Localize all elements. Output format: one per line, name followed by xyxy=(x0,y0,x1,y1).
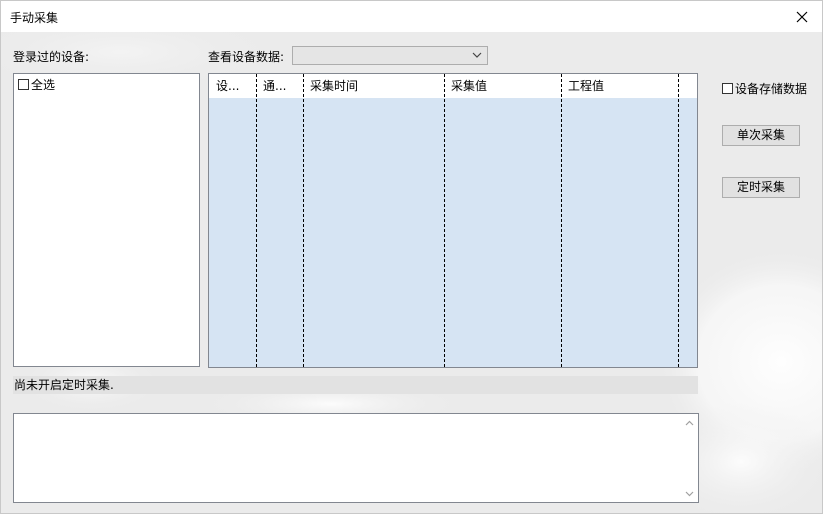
column-divider xyxy=(444,74,445,367)
column-header-collect-time[interactable]: 采集时间 xyxy=(303,74,444,98)
column-header-engineering-value[interactable]: 工程值 xyxy=(561,74,678,98)
log-textarea[interactable] xyxy=(13,413,699,503)
store-data-label: 设备存储数据 xyxy=(735,82,808,96)
vertical-scrollbar[interactable] xyxy=(681,414,698,502)
timed-collect-button[interactable]: 定时采集 xyxy=(722,177,800,198)
column-divider xyxy=(678,74,679,367)
scroll-up-button[interactable] xyxy=(681,414,698,431)
data-grid[interactable]: 设... 通... 采集时间 采集值 工程值 xyxy=(208,73,698,368)
grid-header: 设... 通... 采集时间 采集值 工程值 xyxy=(209,74,697,98)
checkbox-icon xyxy=(722,83,733,94)
chevron-up-icon xyxy=(685,420,694,425)
view-data-label: 查看设备数据: xyxy=(208,50,285,64)
column-divider xyxy=(303,74,304,367)
close-icon xyxy=(796,11,808,22)
title-bar: 手动采集 xyxy=(1,1,822,32)
chevron-down-icon xyxy=(685,491,694,496)
window-title: 手动采集 xyxy=(10,11,59,25)
dialog-client-area: 登录过的设备: 全选 查看设备数据: 设... 通... 采集时间 采集值 工程… xyxy=(1,32,822,513)
devices-label: 登录过的设备: xyxy=(13,50,90,64)
device-data-combobox[interactable] xyxy=(292,46,488,65)
manual-collect-dialog: 手动采集 登录过的设备: 全选 查看设备数据: 设... 通... 采集时间 采… xyxy=(0,0,823,514)
column-header-channel[interactable]: 通... xyxy=(256,74,303,98)
column-divider xyxy=(561,74,562,367)
column-divider xyxy=(256,74,257,367)
close-button[interactable] xyxy=(782,1,822,32)
checkbox-icon xyxy=(18,79,29,90)
device-list[interactable]: 全选 xyxy=(13,73,200,367)
single-collect-button[interactable]: 单次采集 xyxy=(722,125,800,146)
scroll-down-button[interactable] xyxy=(681,485,698,502)
chevron-down-icon xyxy=(472,52,482,58)
column-header-collect-value[interactable]: 采集值 xyxy=(444,74,561,98)
select-all-label: 全选 xyxy=(31,78,56,92)
store-data-checkbox[interactable]: 设备存储数据 xyxy=(722,80,807,97)
status-text: 尚未开启定时采集. xyxy=(13,376,698,394)
column-header-device[interactable]: 设... xyxy=(209,74,256,98)
select-all-checkbox[interactable]: 全选 xyxy=(18,76,55,93)
